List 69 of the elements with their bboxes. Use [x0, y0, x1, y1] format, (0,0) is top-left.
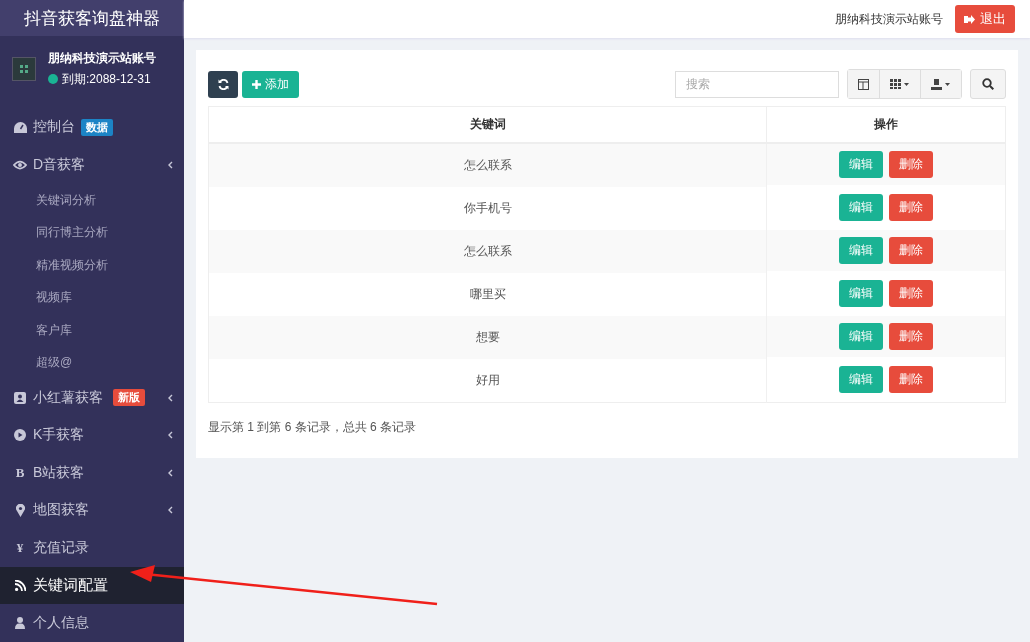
- nav-item[interactable]: B B站获客: [0, 454, 184, 492]
- keyword-cell: 怎么联系: [208, 143, 767, 187]
- eye-icon: [13, 160, 27, 171]
- avatar-icon: [12, 56, 36, 81]
- nav-subitem[interactable]: 同行博主分析: [0, 216, 184, 249]
- card-view-button[interactable]: [848, 70, 880, 98]
- nav-item[interactable]: D音获客: [0, 146, 184, 184]
- chevron-left-icon: [168, 393, 173, 402]
- search-button[interactable]: [970, 69, 1006, 99]
- nav-label: 小红薯获客: [33, 388, 103, 407]
- chevron-left-icon: [168, 468, 173, 477]
- table-icon: [858, 78, 869, 90]
- refresh-icon: [217, 78, 229, 90]
- refresh-button[interactable]: [208, 70, 238, 98]
- nav-item[interactable]: K手获客: [0, 416, 184, 455]
- search-field[interactable]: 搜索: [675, 70, 839, 98]
- nav-label: 个人信息: [33, 614, 89, 633]
- keyword-cell: 怎么联系: [208, 230, 767, 273]
- nav-item[interactable]: 个人信息: [0, 604, 184, 642]
- nav-subitem[interactable]: 客户库: [0, 313, 184, 347]
- sign-out-icon: [964, 14, 975, 24]
- nav-label: K手获客: [33, 426, 85, 445]
- delete-button[interactable]: 删除: [889, 280, 933, 307]
- app-title: 抖音获客询盘神器: [0, 0, 184, 37]
- grid-caret-icon: [890, 79, 910, 89]
- nav-label: 地图获客: [33, 501, 89, 520]
- delete-button[interactable]: 删除: [889, 237, 933, 264]
- nav-item[interactable]: 控制台 数据: [0, 108, 184, 147]
- nav-label: 充值记录: [33, 539, 89, 557]
- rss-icon: [14, 580, 26, 592]
- search-icon: [982, 78, 994, 90]
- user-card-icon: [14, 391, 26, 404]
- map-pin-icon: [15, 503, 25, 517]
- yen-icon: ¥: [16, 540, 24, 556]
- nav-label: B站获客: [33, 463, 85, 482]
- delete-button[interactable]: 删除: [889, 366, 933, 393]
- online-status-icon: [48, 74, 58, 85]
- nav-label: D音获客: [33, 156, 86, 175]
- b-letter-icon: B: [15, 464, 25, 481]
- nav-item[interactable]: ¥ 充值记录: [0, 529, 184, 567]
- keyword-cell: 想要: [208, 316, 767, 359]
- user-name: 朋纳科技演示站账号: [48, 49, 156, 67]
- delete-button[interactable]: 删除: [889, 323, 933, 350]
- delete-button[interactable]: 删除: [889, 194, 933, 221]
- chevron-left-icon: [168, 431, 173, 440]
- pagination-summary: 显示第 1 到第 6 条记录，总共 6 条记录: [208, 419, 418, 436]
- delete-button[interactable]: 删除: [889, 151, 933, 178]
- user-icon: [15, 617, 25, 630]
- nav-subitem[interactable]: 视频库: [0, 281, 184, 314]
- keyword-cell: 好用: [208, 359, 767, 403]
- chevron-left-icon: [168, 161, 173, 170]
- play-icon: [14, 429, 26, 442]
- export-caret-icon: [931, 78, 951, 90]
- expiry-date: 到期:2088-12-31: [62, 70, 151, 88]
- nav-label: 控制台: [33, 118, 75, 137]
- chevron-left-icon: [168, 506, 173, 515]
- nav-subitem[interactable]: 关键词分析: [0, 183, 184, 217]
- nav-badge: 新版: [113, 389, 145, 407]
- nav-label: 关键词配置: [33, 576, 108, 596]
- logout-button[interactable]: 退出: [955, 5, 1015, 33]
- nav-subitem[interactable]: 超级@: [0, 346, 184, 379]
- nav-subitem[interactable]: 精准视频分析: [0, 248, 184, 282]
- nav-badge: 数据: [81, 118, 113, 136]
- nav-item[interactable]: 地图获客: [0, 491, 184, 530]
- nav-item[interactable]: 小红薯获客 新版: [0, 378, 184, 417]
- dashboard-icon: [13, 121, 27, 133]
- plus-icon: [252, 79, 261, 89]
- account-name: 朋纳科技演示站账号: [835, 10, 943, 28]
- nav-item[interactable]: 关键词配置: [0, 566, 184, 605]
